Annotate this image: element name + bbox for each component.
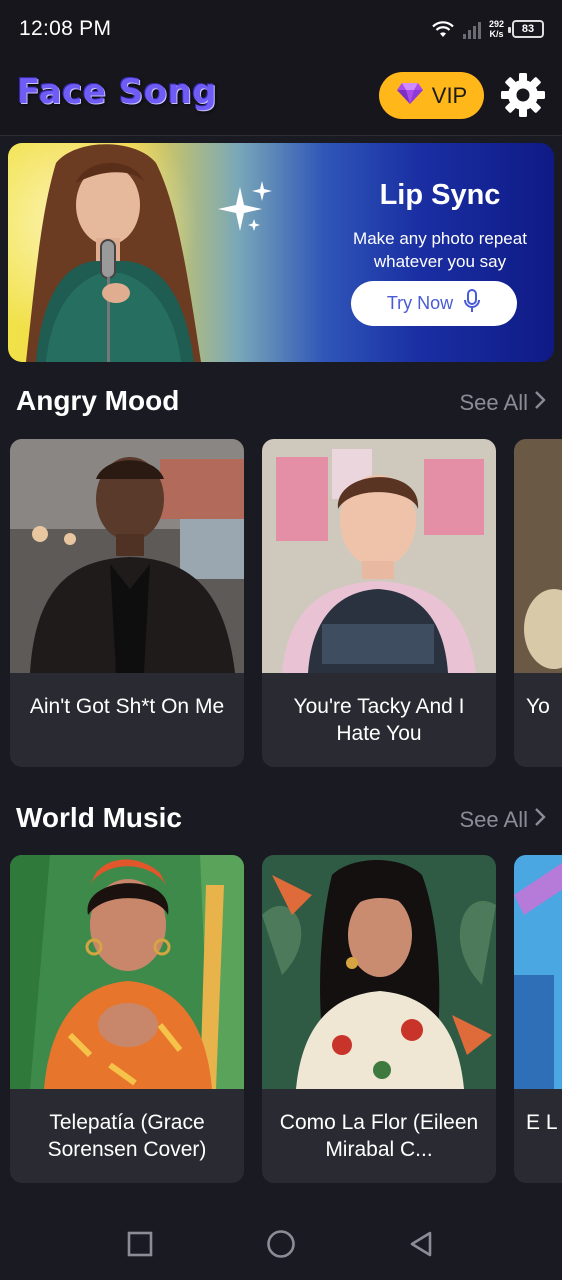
status-icons: 292 K/s 83 <box>431 14 544 44</box>
gear-icon <box>499 71 547 124</box>
sparkle-icon <box>214 179 274 244</box>
banner-title: Lip Sync <box>379 179 501 211</box>
song-card[interactable]: Yo <box>514 439 562 767</box>
song-thumbnail <box>10 439 244 673</box>
signal-icon <box>462 19 481 39</box>
status-bar: 12:08 PM 292 K/s 83 <box>0 0 562 58</box>
net-speed: 292 K/s <box>489 19 504 39</box>
angry-mood-carousel[interactable]: Ain't Got Sh*t On Me You're Tacky And I … <box>0 439 562 769</box>
song-thumbnail <box>262 439 496 673</box>
chevron-right-icon <box>534 390 546 416</box>
song-thumbnail <box>10 855 244 1089</box>
song-title: Telepatía (Grace Sorensen Cover) <box>47 1111 207 1161</box>
app-header: Face Song VIP <box>0 58 562 136</box>
net-speed-value: 292 <box>488 19 504 29</box>
banner-subtitle: Make any photo repeat whatever you say <box>353 229 527 271</box>
try-now-label: Try Now <box>386 293 454 313</box>
try-now-button[interactable]: Try Now <box>351 281 517 326</box>
section-title-angry-mood: Angry Mood <box>16 385 180 416</box>
battery-icon: 83 <box>508 20 544 38</box>
song-thumbnail <box>262 855 496 1089</box>
wifi-icon <box>431 19 455 39</box>
recent-apps-button[interactable] <box>120 1226 160 1266</box>
status-time: 12:08 PM <box>19 17 112 40</box>
song-thumbnail <box>514 855 562 1089</box>
song-title: You're Tacky And I Hate You <box>293 695 465 745</box>
see-all-label: See All <box>459 390 529 415</box>
section-title-world-music: World Music <box>16 802 182 833</box>
home-button[interactable] <box>261 1226 301 1266</box>
lip-sync-banner[interactable]: Lip Sync Make any photo repeat whatever … <box>8 143 554 362</box>
song-card[interactable]: You're Tacky And I Hate You <box>262 439 496 767</box>
see-all-angry-mood[interactable]: See All <box>460 390 547 416</box>
settings-button[interactable] <box>497 71 549 123</box>
song-title: Ain't Got Sh*t On Me <box>29 695 225 718</box>
back-button[interactable] <box>401 1226 441 1266</box>
microphone-icon <box>463 289 481 318</box>
net-speed-unit: K/s <box>489 29 504 39</box>
chevron-right-icon <box>534 807 546 833</box>
song-card[interactable]: Ain't Got Sh*t On Me <box>10 439 244 767</box>
see-all-world-music[interactable]: See All <box>460 807 547 833</box>
vip-button[interactable]: VIP <box>379 72 484 119</box>
see-all-label: See All <box>459 807 529 832</box>
song-card[interactable]: Telepatía (Grace Sorensen Cover) <box>10 855 244 1183</box>
vip-label: VIP <box>431 82 468 108</box>
world-music-carousel[interactable]: Telepatía (Grace Sorensen Cover) Como La… <box>0 855 562 1185</box>
song-card[interactable]: Como La Flor (Eileen Mirabal C... <box>262 855 496 1183</box>
song-thumbnail <box>514 439 562 673</box>
song-title: Yo <box>526 695 550 718</box>
recent-apps-icon <box>127 1231 153 1262</box>
diamond-icon <box>396 81 424 110</box>
app-logo: Face Song <box>17 72 218 112</box>
home-icon <box>266 1229 296 1264</box>
banner-singer-image <box>16 143 206 362</box>
battery-level: 83 <box>521 23 535 35</box>
system-nav-bar <box>0 1206 562 1280</box>
song-title: Como La Flor (Eileen Mirabal C... <box>279 1111 479 1161</box>
song-card[interactable]: E L <box>514 855 562 1183</box>
song-title: E L <box>526 1111 558 1134</box>
back-icon <box>408 1230 434 1263</box>
